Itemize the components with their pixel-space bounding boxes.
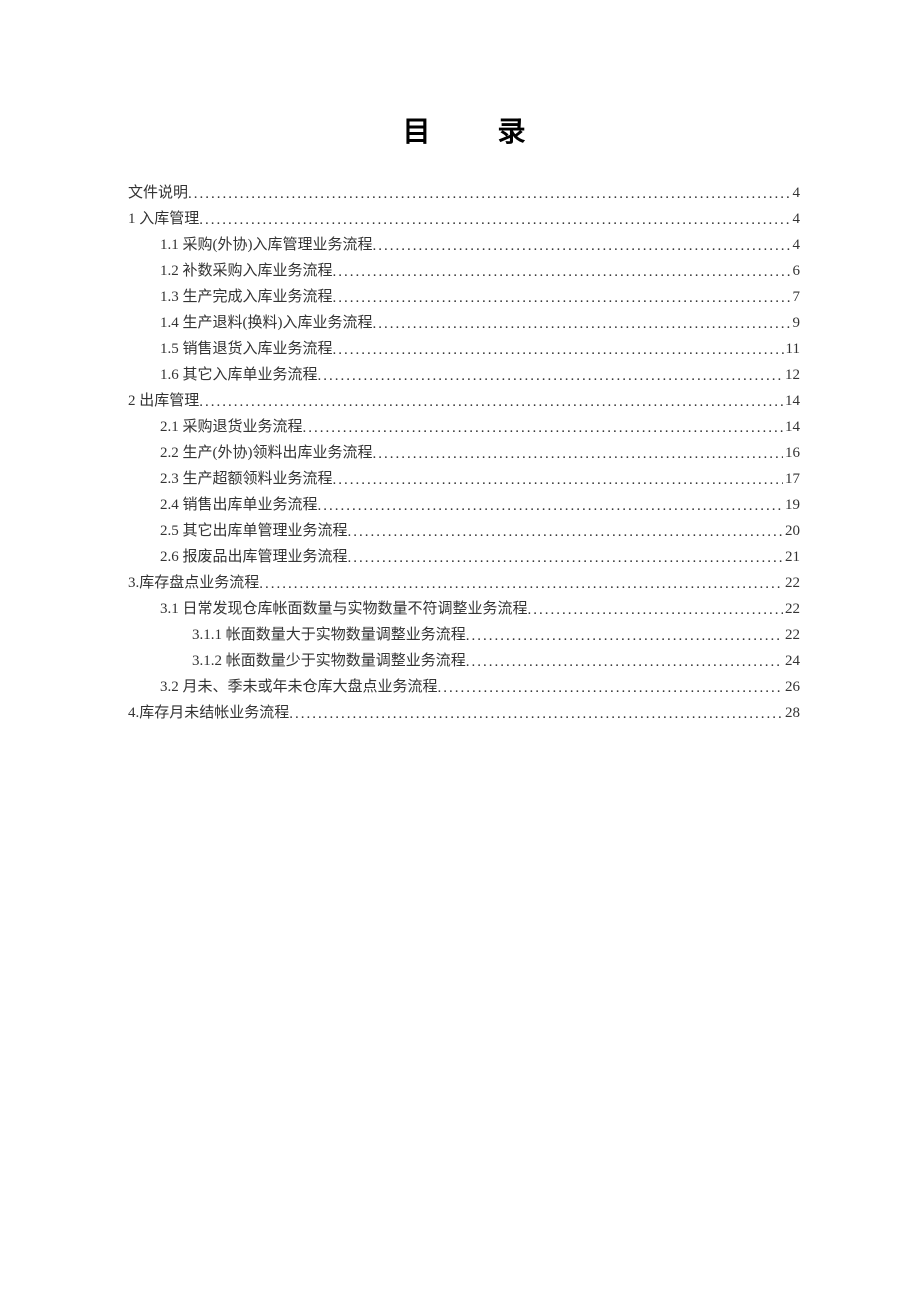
table-of-contents: 文件说明41 入库管理41.1 采购(外协)入库管理业务流程41.2 补数采购入… <box>128 180 800 726</box>
toc-entry[interactable]: 1.3 生产完成入库业务流程 7 <box>128 284 800 310</box>
toc-entry-label: 1.6 其它入库单业务流程 <box>160 362 318 388</box>
toc-entry-page: 22 <box>783 570 800 596</box>
toc-entry[interactable]: 文件说明 4 <box>128 180 800 206</box>
toc-entry[interactable]: 2.5 其它出库单管理业务流程 20 <box>128 518 800 544</box>
toc-entry[interactable]: 1.1 采购(外协)入库管理业务流程 4 <box>128 232 800 258</box>
toc-dots <box>318 493 783 519</box>
toc-entry[interactable]: 1.6 其它入库单业务流程 12 <box>128 362 800 388</box>
toc-entry[interactable]: 3.1.2 帐面数量少于实物数量调整业务流程 24 <box>128 648 800 674</box>
toc-entry-label: 2.3 生产超额领料业务流程 <box>160 466 333 492</box>
toc-entry-page: 21 <box>783 544 800 570</box>
toc-dots <box>333 285 791 311</box>
toc-entry-page: 14 <box>783 414 800 440</box>
toc-entry-page: 19 <box>783 492 800 518</box>
toc-entry-page: 7 <box>791 284 801 310</box>
toc-dots <box>373 441 784 467</box>
toc-entry-page: 11 <box>784 336 800 362</box>
toc-entry-page: 6 <box>791 258 801 284</box>
toc-entry-label: 2.4 销售出库单业务流程 <box>160 492 318 518</box>
toc-entry-label: 1.2 补数采购入库业务流程 <box>160 258 333 284</box>
toc-entry-page: 17 <box>783 466 800 492</box>
toc-entry[interactable]: 1.4 生产退料(换料)入库业务流程 9 <box>128 310 800 336</box>
toc-dots <box>333 337 784 363</box>
toc-entry-label: 2.1 采购退货业务流程 <box>160 414 303 440</box>
toc-entry-page: 22 <box>783 622 800 648</box>
toc-entry-label: 1.4 生产退料(换料)入库业务流程 <box>160 310 373 336</box>
toc-dots <box>333 467 783 493</box>
toc-dots <box>466 623 783 649</box>
toc-dots <box>303 415 783 441</box>
toc-entry-page: 26 <box>783 674 800 700</box>
toc-dots <box>373 311 791 337</box>
toc-entry[interactable]: 1.5 销售退货入库业务流程 11 <box>128 336 800 362</box>
toc-dots <box>348 519 783 545</box>
toc-dots <box>188 181 790 207</box>
toc-dots <box>373 233 791 259</box>
toc-entry-page: 28 <box>783 700 800 726</box>
toc-entry-label: 2.6 报废品出库管理业务流程 <box>160 544 348 570</box>
toc-entry-page: 14 <box>783 388 800 414</box>
toc-entry-label: 3.2 月未、季未或年未仓库大盘点业务流程 <box>160 674 438 700</box>
toc-entry-label: 2.2 生产(外协)领料出库业务流程 <box>160 440 373 466</box>
toc-entry[interactable]: 3.1 日常发现仓库帐面数量与实物数量不符调整业务流程 22 <box>128 596 800 622</box>
toc-entry-label: 4.库存月未结帐业务流程 <box>128 700 289 726</box>
toc-entry-label: 文件说明 <box>128 180 188 206</box>
toc-entry-page: 20 <box>783 518 800 544</box>
toc-entry-label: 1.1 采购(外协)入库管理业务流程 <box>160 232 373 258</box>
toc-entry-label: 1.3 生产完成入库业务流程 <box>160 284 333 310</box>
toc-entry-page: 9 <box>791 310 801 336</box>
toc-entry-page: 4 <box>791 180 801 206</box>
toc-entry-label: 1.5 销售退货入库业务流程 <box>160 336 333 362</box>
toc-dots <box>348 545 783 571</box>
toc-entry[interactable]: 3.2 月未、季未或年未仓库大盘点业务流程 26 <box>128 674 800 700</box>
toc-entry[interactable]: 1 入库管理 4 <box>128 206 800 232</box>
toc-entry[interactable]: 2.1 采购退货业务流程 14 <box>128 414 800 440</box>
toc-entry-label: 3.库存盘点业务流程 <box>128 570 259 596</box>
toc-entry[interactable]: 1.2 补数采购入库业务流程 6 <box>128 258 800 284</box>
toc-entry[interactable]: 3.1.1 帐面数量大于实物数量调整业务流程 22 <box>128 622 800 648</box>
toc-dots <box>438 675 783 701</box>
toc-entry[interactable]: 2.2 生产(外协)领料出库业务流程 16 <box>128 440 800 466</box>
toc-entry-label: 1 入库管理 <box>128 206 199 232</box>
toc-entry[interactable]: 2 出库管理 14 <box>128 388 800 414</box>
toc-entry-page: 24 <box>783 648 800 674</box>
toc-entry-label: 3.1 日常发现仓库帐面数量与实物数量不符调整业务流程 <box>160 596 528 622</box>
toc-entry[interactable]: 2.6 报废品出库管理业务流程 21 <box>128 544 800 570</box>
toc-entry-label: 2.5 其它出库单管理业务流程 <box>160 518 348 544</box>
toc-entry-label: 3.1.1 帐面数量大于实物数量调整业务流程 <box>192 622 466 648</box>
toc-dots <box>466 649 783 675</box>
toc-entry-label: 3.1.2 帐面数量少于实物数量调整业务流程 <box>192 648 466 674</box>
toc-dots <box>199 207 790 233</box>
toc-entry[interactable]: 2.3 生产超额领料业务流程 17 <box>128 466 800 492</box>
toc-entry-page: 16 <box>783 440 800 466</box>
toc-entry-page: 4 <box>791 232 801 258</box>
toc-entry[interactable]: 2.4 销售出库单业务流程 19 <box>128 492 800 518</box>
toc-dots <box>289 701 783 727</box>
toc-dots <box>333 259 791 285</box>
toc-dots <box>259 571 783 597</box>
toc-entry[interactable]: 3.库存盘点业务流程 22 <box>128 570 800 596</box>
toc-entry[interactable]: 4.库存月未结帐业务流程 28 <box>128 700 800 726</box>
toc-entry-page: 12 <box>783 362 800 388</box>
toc-dots <box>318 363 783 389</box>
toc-entry-page: 4 <box>791 206 801 232</box>
toc-entry-page: 22 <box>783 596 800 622</box>
toc-dots <box>199 389 783 415</box>
toc-dots <box>528 597 783 623</box>
page-title: 目 录 <box>128 110 800 150</box>
toc-entry-label: 2 出库管理 <box>128 388 199 414</box>
